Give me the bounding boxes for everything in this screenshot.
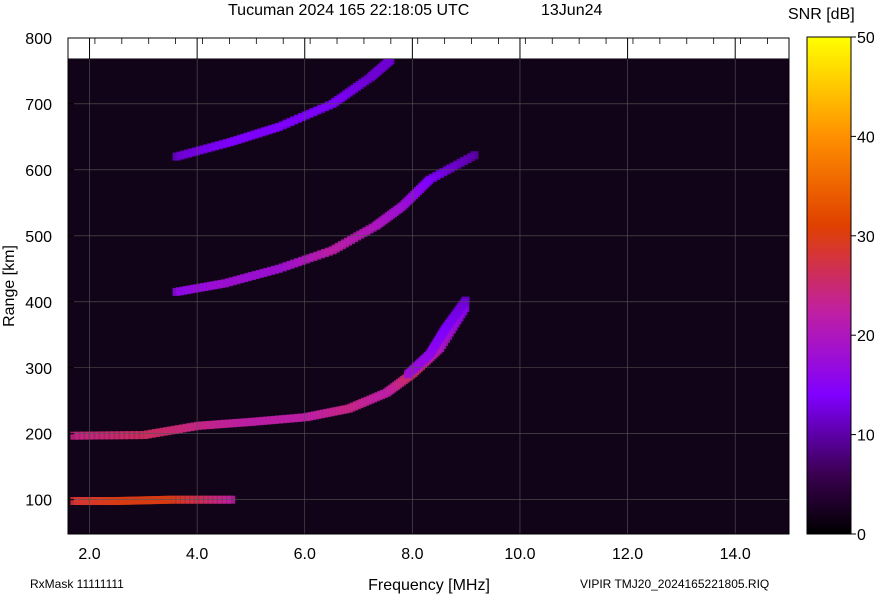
ionogram-chart: Tucuman 2024 165 22:18:05 UTC 13Jun24 2.… [1,2,874,594]
plot-area [68,59,789,534]
y-tick-label: 200 [25,427,52,444]
y-axis-label: Range [km] [1,245,18,327]
trace-3-cell [470,151,479,160]
y-tick-label: 500 [25,229,52,246]
footer-rxmask: RxMask 11111111 [30,577,124,591]
plot-top-strip [67,37,790,60]
x-tick-label: 4.0 [186,546,208,563]
x-tick-label: 12.0 [612,546,643,563]
colorbar [806,36,852,535]
colorbar-tick-label: 10 [857,428,874,445]
colorbar-tick-label: 40 [857,129,874,146]
y-tick-label: 400 [25,295,52,312]
chart-title: Tucuman 2024 165 22:18:05 UTC [228,2,469,19]
footer-filename: VIPIR TMJ20_2024165221805.RIQ [580,577,769,591]
chart-date: 13Jun24 [541,2,602,19]
y-tick-label: 700 [25,97,52,114]
colorbar-tick-label: 0 [857,527,866,544]
colorbar-label: SNR [dB] [788,6,855,23]
colorbar-ticks: 0 10 20 30 40 50 [851,30,874,544]
x-tick-label: 8.0 [401,546,423,563]
y-tick-label: 600 [25,163,52,180]
x-tick-label: 10.0 [504,546,535,563]
y-tick-label: 800 [25,31,52,48]
x-axis-label: Frequency [MHz] [368,577,490,594]
x-tick-label: 14.0 [720,546,751,563]
x-tick-label: 2.0 [78,546,100,563]
colorbar-tick-label: 20 [857,328,874,345]
y-tick-label: 100 [25,493,52,510]
colorbar-tick-label: 30 [857,229,874,246]
colorbar-tick-label: 50 [857,30,874,47]
y-tick-label: 300 [25,361,52,378]
trace-2-cell [461,296,470,305]
x-tick-label: 6.0 [294,546,316,563]
y-axis-ticks: 100 200 300 400 500 600 700 800 [25,31,74,510]
